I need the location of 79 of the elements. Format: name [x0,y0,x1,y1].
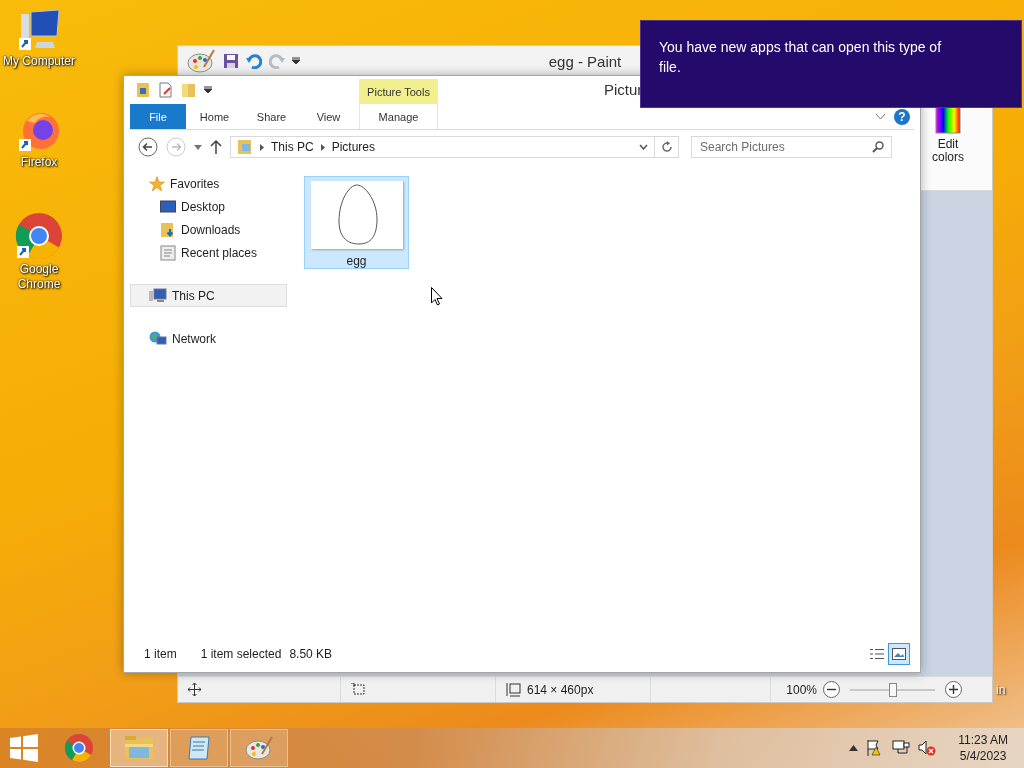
nav-item[interactable]: Favorites [130,172,287,195]
plus-icon [949,685,958,694]
network-icon[interactable] [892,740,911,756]
chrome-shortcut-icon[interactable] [15,212,63,260]
nav-item[interactable]: Downloads [130,218,287,241]
back-icon[interactable] [138,137,158,157]
selection-size: 8.50 KB [289,647,333,661]
recent-places-icon [160,244,176,261]
nav-item[interactable]: Desktop [130,195,287,218]
up-arrow-icon[interactable] [210,140,222,154]
selection-icon [351,683,365,696]
downloads-folder-icon [160,221,176,238]
customize-toolbar-icon[interactable] [204,86,212,94]
large-icons-view-button[interactable] [888,643,910,665]
windows-logo-icon [10,734,38,762]
desktop-icon-label: Firefox [19,155,59,170]
window-title: Pictur [604,81,643,98]
network-globe-icon [149,330,167,347]
breadcrumb-item[interactable]: Pictures [331,140,376,154]
item-count: 1 item [144,647,177,661]
recent-locations-icon[interactable] [194,144,202,150]
pictures-folder-icon [237,139,253,155]
clock-date: 5/4/2023 [959,748,1007,764]
chevron-right-icon [260,143,264,151]
expand-ribbon-icon[interactable] [875,113,886,120]
muted-speaker-icon[interactable] [918,740,937,756]
notification-toast[interactable]: You have new apps that can open this type of file. [640,20,1022,108]
selection-status: 1 item selected [200,647,282,661]
taskbar-app-button[interactable] [230,729,288,767]
show-hidden-icons-icon[interactable] [849,745,859,751]
move-cursor-icon [188,683,201,696]
palette-icon [186,47,216,75]
desktop-icon-label: My Computer [2,54,76,69]
computer-shortcut-icon[interactable] [17,8,61,52]
search-icon [872,141,884,153]
chevron-right-icon [320,143,325,151]
ribbon-tab[interactable]: Home [186,104,243,129]
desktop-icon-label: Google Chrome [16,262,62,292]
zoom-in-button[interactable] [945,681,962,698]
window-title: egg - Paint [548,52,622,70]
palette-icon [244,734,274,762]
search-field[interactable]: Search Pictures [691,136,892,158]
customize-toolbar-icon[interactable] [292,57,300,65]
image-dimensions: 614 × 460px [527,682,594,697]
ribbon-tab[interactable]: Manage [359,104,438,129]
clock[interactable]: 11:23 AM 5/4/2023 [952,732,1014,764]
details-view-icon [870,648,884,660]
image-size-icon [506,682,521,697]
nav-item[interactable]: Recent places [130,241,287,264]
zoom-percentage: 100% [786,682,817,697]
notepad-icon [185,734,213,762]
picture-tools-label: Picture Tools [359,79,438,104]
refresh-icon [660,141,673,153]
undo-icon[interactable] [246,53,262,69]
pointer-cursor-icon [431,287,443,306]
nav-item[interactable]: This PC [130,284,287,307]
desktop-icon [160,199,176,214]
ribbon-tab[interactable]: File [130,104,186,129]
desktop-icon-label: in [996,683,1006,697]
clock-time: 11:23 AM [958,732,1008,748]
save-icon[interactable] [223,53,239,69]
address-bar[interactable]: This PC Pictures [230,136,655,158]
chrome-icon [64,733,94,763]
help-button[interactable]: ? [894,108,910,125]
ribbon-tab[interactable]: View [300,104,357,129]
nav-item[interactable]: Network [130,327,287,350]
computer-icon [149,287,167,304]
star-icon [149,175,165,192]
properties-icon[interactable] [135,82,151,98]
file-item[interactable]: egg [304,176,409,269]
folder-icon [124,735,154,761]
large-icons-view-icon [892,648,906,660]
taskbar-app-button[interactable] [170,729,228,767]
notification-text: You have new apps that can open this type of file. [659,39,942,75]
ribbon-tab[interactable]: Share [243,104,300,129]
refresh-button[interactable] [655,136,679,158]
new-document-icon[interactable] [158,82,174,98]
breadcrumb-item[interactable]: This PC [271,140,314,154]
zoom-out-button[interactable] [823,681,840,698]
